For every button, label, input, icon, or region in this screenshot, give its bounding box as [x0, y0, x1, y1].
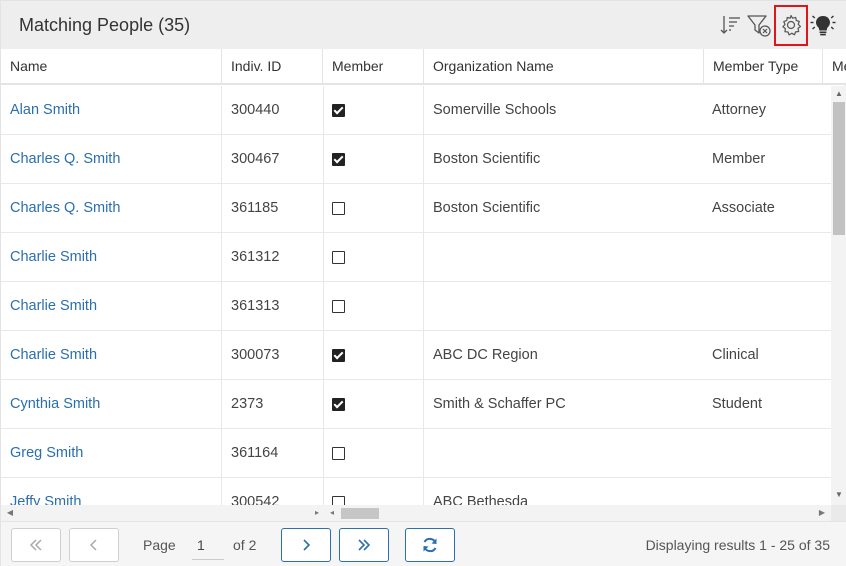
- table-row[interactable]: Charlie Smith 300073 ABC DC Region Clini…: [1, 331, 831, 380]
- table-row[interactable]: Charlie Smith 361312: [1, 233, 831, 282]
- previous-page-button[interactable]: [69, 528, 119, 562]
- table-row[interactable]: Charles Q. Smith 300467 Boston Scientifi…: [1, 135, 831, 184]
- member-type-cell: Clinical: [712, 347, 759, 363]
- member-checkbox[interactable]: [332, 251, 345, 264]
- clear-filter-icon[interactable]: [746, 12, 772, 38]
- last-page-button[interactable]: [339, 528, 389, 562]
- person-name-link[interactable]: Cynthia Smith: [10, 396, 100, 412]
- page-number-input[interactable]: [192, 530, 224, 560]
- member-type-cell: Attorney: [712, 102, 766, 118]
- member-checkbox[interactable]: [332, 202, 345, 215]
- column-header-indiv-id[interactable]: Indiv. ID: [222, 49, 323, 83]
- organization-cell: ABC Bethesda: [423, 478, 703, 505]
- person-name-link[interactable]: Charlie Smith: [10, 298, 97, 314]
- refresh-button[interactable]: [405, 528, 455, 562]
- grid-column-header: Name Indiv. ID Member Organization Name …: [1, 49, 846, 85]
- organization-cell: ABC DC Region: [423, 331, 703, 379]
- chevron-right-icon: [303, 539, 311, 551]
- person-name-link[interactable]: Charles Q. Smith: [10, 151, 120, 167]
- member-checkbox[interactable]: [332, 496, 345, 505]
- person-name-link[interactable]: Charles Q. Smith: [10, 200, 120, 216]
- indiv-id-cell: 300073: [221, 331, 323, 379]
- results-info: Displaying results 1 - 25 of 35: [645, 537, 830, 553]
- member-checkbox[interactable]: [332, 349, 345, 362]
- organization-cell: Somerville Schools: [423, 86, 703, 134]
- member-type-cell: [703, 478, 831, 505]
- settings-gear-icon[interactable]: [778, 12, 804, 38]
- matching-people-panel: Matching People (35) Name Indiv. ID Memb…: [0, 0, 846, 566]
- indiv-id-cell: 361185: [221, 184, 323, 232]
- column-header-member-type[interactable]: Member Type: [704, 49, 823, 83]
- member-type-cell: [703, 233, 831, 281]
- member-checkbox[interactable]: [332, 104, 345, 117]
- scroll-left-arrow-icon[interactable]: ◀: [5, 507, 15, 519]
- member-type-cell: Associate: [712, 200, 775, 216]
- person-name-link[interactable]: Jeffy Smith: [10, 494, 81, 505]
- member-type-cell: [703, 429, 831, 477]
- table-row[interactable]: Charlie Smith 361313: [1, 282, 831, 331]
- page-count-label: of 2: [233, 537, 257, 553]
- person-name-link[interactable]: Charlie Smith: [10, 347, 97, 363]
- person-name-link[interactable]: Alan Smith: [10, 102, 80, 118]
- organization-cell: [423, 429, 703, 477]
- double-chevron-right-icon: [358, 539, 371, 551]
- organization-cell: [423, 233, 703, 281]
- member-checkbox[interactable]: [332, 398, 345, 411]
- indiv-id-cell: 2373: [221, 380, 323, 428]
- double-chevron-left-icon: [29, 539, 42, 551]
- indiv-id-cell: 300542: [221, 478, 323, 505]
- chevron-left-icon: [89, 539, 97, 551]
- member-checkbox[interactable]: [332, 447, 345, 460]
- horizontal-scrollbar[interactable]: [1, 505, 831, 521]
- column-header-name[interactable]: Name: [1, 49, 222, 83]
- panel-header: Matching People (35): [1, 1, 846, 49]
- table-row[interactable]: Greg Smith 361164: [1, 429, 831, 478]
- organization-cell: Smith & Schaffer PC: [423, 380, 703, 428]
- indiv-id-cell: 361313: [221, 282, 323, 330]
- table-row[interactable]: Cynthia Smith 2373 Smith & Schaffer PC S…: [1, 380, 831, 429]
- scroll-down-arrow-icon[interactable]: ▼: [834, 490, 844, 500]
- organization-cell: Boston Scientific: [423, 135, 703, 183]
- organization-cell: [423, 282, 703, 330]
- person-name-link[interactable]: Charlie Smith: [10, 249, 97, 265]
- column-header-member[interactable]: Member: [323, 49, 424, 83]
- member-type-cell: Student: [712, 396, 762, 412]
- table-row[interactable]: Jeffy Smith 300542 ABC Bethesda: [1, 478, 831, 505]
- table-row[interactable]: Alan Smith 300440 Somerville Schools Att…: [1, 86, 831, 135]
- scroll-right-arrow-icon[interactable]: ▸: [312, 507, 322, 519]
- indiv-id-cell: 361164: [221, 429, 323, 477]
- column-header-truncated[interactable]: Me: [823, 49, 846, 83]
- page-label: Page: [143, 537, 176, 553]
- vertical-scroll-thumb[interactable]: [833, 102, 845, 235]
- grid-body: Alan Smith 300440 Somerville Schools Att…: [1, 86, 831, 505]
- member-checkbox[interactable]: [332, 300, 345, 313]
- member-checkbox[interactable]: [332, 153, 345, 166]
- horizontal-scroll-thumb[interactable]: [341, 508, 379, 519]
- member-type-cell: Member: [712, 151, 766, 167]
- indiv-id-cell: 361312: [221, 233, 323, 281]
- refresh-icon: [423, 537, 437, 553]
- scroll-left-arrow-icon[interactable]: ◂: [327, 507, 337, 519]
- indiv-id-cell: 300467: [221, 135, 323, 183]
- member-type-cell: [703, 282, 831, 330]
- sort-icon[interactable]: [717, 12, 743, 38]
- scrollbar-corner: [831, 505, 846, 521]
- scroll-right-arrow-icon[interactable]: ▶: [817, 507, 827, 519]
- indiv-id-cell: 300440: [221, 86, 323, 134]
- person-name-link[interactable]: Greg Smith: [10, 445, 83, 461]
- panel-title: Matching People (35): [19, 15, 191, 35]
- next-page-button[interactable]: [281, 528, 331, 562]
- column-header-organization-name[interactable]: Organization Name: [424, 49, 704, 83]
- first-page-button[interactable]: [11, 528, 61, 562]
- scroll-up-arrow-icon[interactable]: ▲: [834, 89, 844, 99]
- table-row[interactable]: Charles Q. Smith 361185 Boston Scientifi…: [1, 184, 831, 233]
- organization-cell: Boston Scientific: [423, 184, 703, 232]
- lightbulb-icon[interactable]: [809, 12, 837, 38]
